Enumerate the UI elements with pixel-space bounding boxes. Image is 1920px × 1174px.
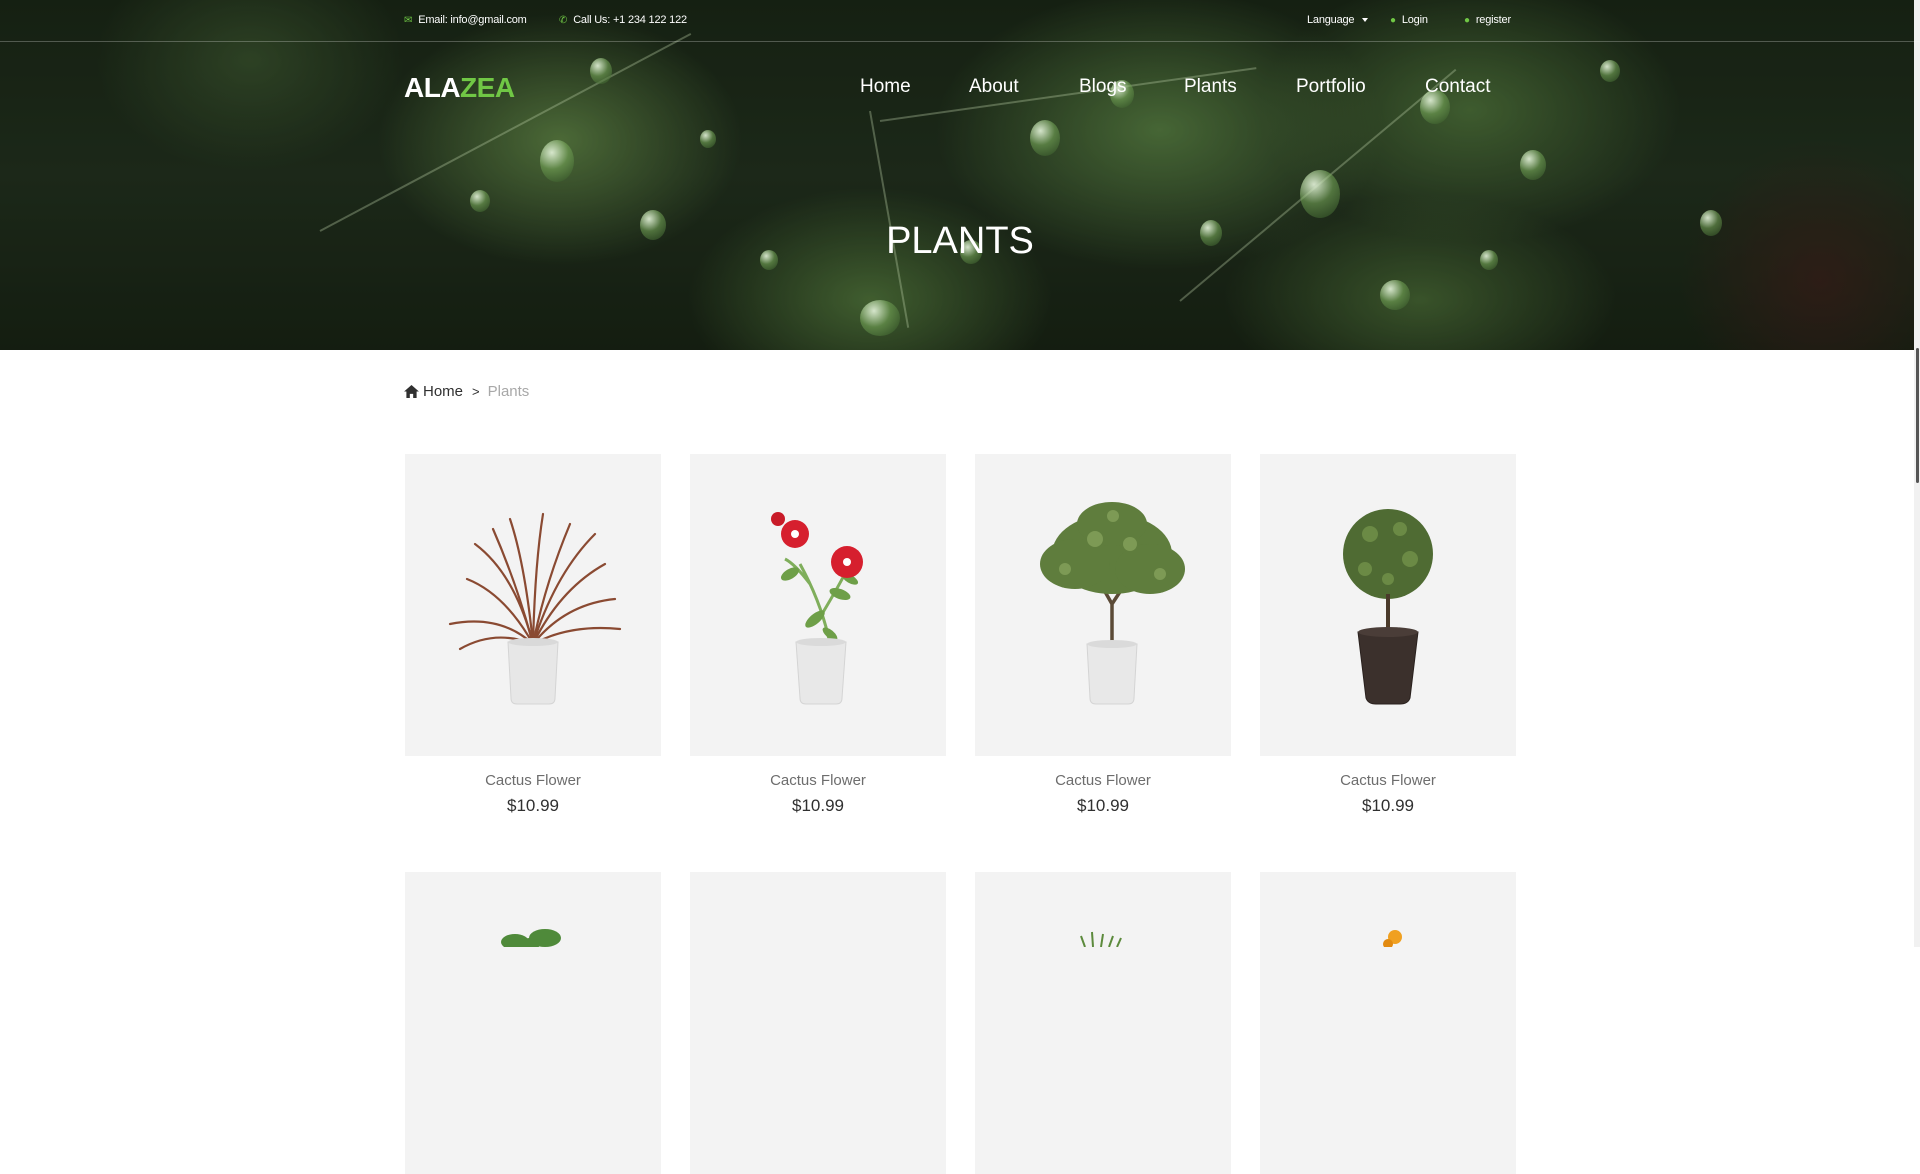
page-title: PLANTS <box>886 220 1034 262</box>
home-icon <box>404 385 419 398</box>
breadcrumb-home[interactable]: Home <box>423 383 463 400</box>
product-price: $10.99 <box>792 796 844 815</box>
email-contact[interactable]: ✉ Email: info@gmail.com <box>404 14 527 26</box>
email-label: Email: info@gmail.com <box>418 14 527 26</box>
leafy-plant-icon <box>501 929 561 950</box>
product-card[interactable] <box>975 872 1231 1174</box>
nav-blogs[interactable]: Blogs <box>1079 76 1127 98</box>
product-card[interactable] <box>1260 872 1516 1174</box>
product-image[interactable] <box>690 454 946 756</box>
phone-icon: ✆ <box>559 14 568 26</box>
phone-label: Call Us: +1 234 122 122 <box>573 14 687 26</box>
page-scrollbar[interactable] <box>1914 0 1920 947</box>
nav-plants[interactable]: Plants <box>1184 76 1237 98</box>
olive-tree-plant-icon <box>1040 502 1185 705</box>
product-price: $10.99 <box>1077 796 1129 815</box>
product-image[interactable] <box>975 454 1231 756</box>
breadcrumb: Home > Plants <box>404 383 529 400</box>
topiary-plant-icon <box>1343 509 1433 705</box>
product-name[interactable]: Cactus Flower <box>975 772 1231 789</box>
language-label: Language <box>1307 14 1355 26</box>
top-info-bar: ✉ Email: info@gmail.com ✆ Call Us: +1 23… <box>0 0 1920 42</box>
breadcrumb-separator: > <box>472 384 480 399</box>
dracaena-plant-icon <box>448 512 622 705</box>
user-icon: ● <box>1390 14 1396 26</box>
register-link[interactable]: ● register <box>1464 14 1511 26</box>
main-navbar: ALAZEA Home About Blogs Plants Portfolio… <box>0 42 1920 132</box>
nav-contact[interactable]: Contact <box>1425 76 1490 98</box>
product-image[interactable] <box>405 872 661 1174</box>
breadcrumb-current: Plants <box>487 383 530 400</box>
grass-plant-icon <box>1080 931 1122 948</box>
envelope-icon: ✉ <box>404 14 413 26</box>
site-logo[interactable]: ALAZEA <box>404 72 515 104</box>
logo-text-accent: ZEA <box>460 72 515 103</box>
language-dropdown[interactable]: Language <box>1307 14 1369 26</box>
scrollbar-thumb[interactable] <box>1916 348 1919 483</box>
product-price: $10.99 <box>507 796 559 815</box>
product-price: $10.99 <box>1362 796 1414 815</box>
product-card[interactable]: Cactus Flower $10.99 <box>690 454 946 815</box>
caret-down-icon <box>1362 18 1369 22</box>
product-card[interactable] <box>690 872 946 1174</box>
login-link[interactable]: ● Login <box>1390 14 1428 26</box>
product-image[interactable] <box>1260 872 1516 1174</box>
product-card[interactable]: Cactus Flower $10.99 <box>405 454 661 815</box>
phone-contact[interactable]: ✆ Call Us: +1 234 122 122 <box>559 14 687 26</box>
nav-portfolio[interactable]: Portfolio <box>1296 76 1366 98</box>
product-card[interactable]: Cactus Flower $10.99 <box>1260 454 1516 815</box>
red-flower-plant-icon <box>771 512 863 705</box>
product-name[interactable]: Cactus Flower <box>1260 772 1516 789</box>
product-name[interactable]: Cactus Flower <box>405 772 661 789</box>
product-image[interactable] <box>405 454 661 756</box>
nav-about[interactable]: About <box>969 76 1019 98</box>
product-image[interactable] <box>1260 454 1516 756</box>
orange-flower-plant-icon <box>1383 930 1402 949</box>
login-label: Login <box>1401 14 1428 26</box>
product-image[interactable] <box>690 872 946 1174</box>
product-card[interactable]: Cactus Flower $10.99 <box>975 454 1231 815</box>
product-card[interactable] <box>405 872 661 1174</box>
nav-home[interactable]: Home <box>860 76 911 98</box>
logo-text-primary: ALA <box>404 72 461 103</box>
register-label: register <box>1475 14 1511 26</box>
product-image[interactable] <box>975 872 1231 1174</box>
user-icon: ● <box>1464 14 1470 26</box>
product-name[interactable]: Cactus Flower <box>690 772 946 789</box>
